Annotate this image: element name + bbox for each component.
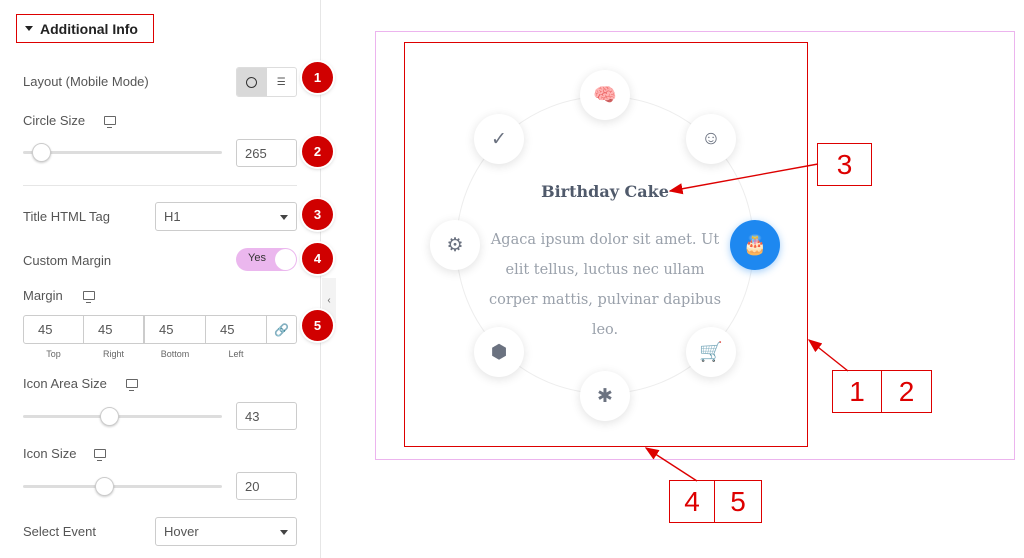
icon-size-label: Icon Size — [23, 446, 77, 461]
link-values-button[interactable]: 🔗 — [266, 315, 297, 344]
callout-2: 2 — [881, 370, 932, 413]
step-badge-1: 1 — [302, 62, 333, 93]
caret-down-icon — [25, 26, 33, 31]
select-event-label: Select Event — [23, 524, 96, 539]
asterisk-icon[interactable]: ✱ — [580, 371, 630, 421]
title-tag-value: H1 — [164, 209, 181, 224]
icon-size-handle[interactable] — [95, 477, 114, 496]
layout-list-option[interactable]: ☰ — [267, 68, 297, 96]
link-icon: 🔗 — [274, 322, 289, 337]
select-event-select[interactable]: Hover — [155, 517, 297, 546]
circle-size-handle[interactable] — [32, 143, 51, 162]
step-badge-4: 4 — [302, 243, 333, 274]
layout-switch[interactable]: ☰ — [236, 67, 297, 97]
gear-icon[interactable]: ⚙ — [430, 220, 480, 270]
check-circle-icon[interactable]: ✓ — [474, 114, 524, 164]
content-title: Birthday Cake — [541, 182, 669, 201]
step-badge-3: 3 — [302, 199, 333, 230]
title-tag-select[interactable]: H1 — [155, 202, 297, 231]
chevron-down-icon — [280, 215, 288, 220]
custom-margin-label: Custom Margin — [23, 253, 112, 268]
callout-4: 4 — [669, 480, 715, 523]
desktop-icon[interactable] — [83, 291, 95, 303]
layout-label: Layout (Mobile Mode) — [23, 74, 149, 89]
smile-icon[interactable]: ☺ — [686, 114, 736, 164]
section-title: Additional Info — [40, 20, 138, 37]
custom-margin-toggle[interactable]: Yes — [236, 248, 297, 271]
icon-area-label: Icon Area Size — [23, 376, 107, 391]
icon-area-handle[interactable] — [100, 407, 120, 426]
toggle-knob — [275, 249, 296, 270]
margin-top-input[interactable]: 45 — [23, 315, 84, 344]
circle-size-input[interactable]: 265 — [236, 139, 297, 167]
content-description: Agaca ipsum dolor sit amet. Ut elit tell… — [488, 232, 722, 338]
callout-1: 1 — [832, 370, 882, 413]
divider — [23, 185, 297, 186]
margin-bottom-label: Bottom — [160, 349, 190, 359]
margin-label: Margin — [23, 288, 63, 303]
margin-right-input[interactable]: 45 — [83, 315, 144, 344]
brain-icon[interactable]: 🧠 — [580, 70, 630, 120]
circle-size-slider[interactable] — [23, 143, 222, 162]
icon-size-slider[interactable] — [23, 477, 222, 496]
icon-area-slider[interactable] — [23, 407, 222, 426]
margin-left-label: Left — [228, 349, 244, 359]
circle-icon — [246, 76, 258, 88]
step-badge-5: 5 — [302, 310, 333, 341]
title-tag-label: Title HTML Tag — [23, 209, 110, 224]
desktop-icon[interactable] — [104, 116, 116, 128]
desktop-icon[interactable] — [94, 449, 106, 461]
callout-3: 3 — [817, 143, 872, 186]
icon-size-input[interactable]: 20 — [236, 472, 297, 500]
margin-bottom-input[interactable]: 45 — [144, 315, 206, 344]
step-badge-2: 2 — [302, 136, 333, 167]
desktop-icon[interactable] — [126, 379, 138, 391]
list-icon: ☰ — [276, 76, 286, 88]
toggle-label: Yes — [248, 252, 266, 264]
select-event-value: Hover — [164, 524, 199, 539]
callout-5: 5 — [714, 480, 762, 523]
margin-left-input[interactable]: 45 — [205, 315, 267, 344]
settings-panel: Additional Info Layout (Mobile Mode) ☰ C… — [0, 0, 321, 558]
icon-area-input[interactable]: 43 — [236, 402, 297, 430]
margin-right-label: Right — [102, 349, 124, 359]
chevron-left-icon: ‹ — [327, 295, 331, 306]
cake-icon[interactable]: 🎂 — [730, 220, 780, 270]
layout-circle-option[interactable] — [237, 68, 267, 96]
margin-top-label: Top — [46, 349, 61, 359]
section-header-additional-info[interactable]: Additional Info — [16, 14, 154, 43]
circle-size-label: Circle Size — [23, 113, 86, 128]
chevron-down-icon — [280, 530, 288, 535]
